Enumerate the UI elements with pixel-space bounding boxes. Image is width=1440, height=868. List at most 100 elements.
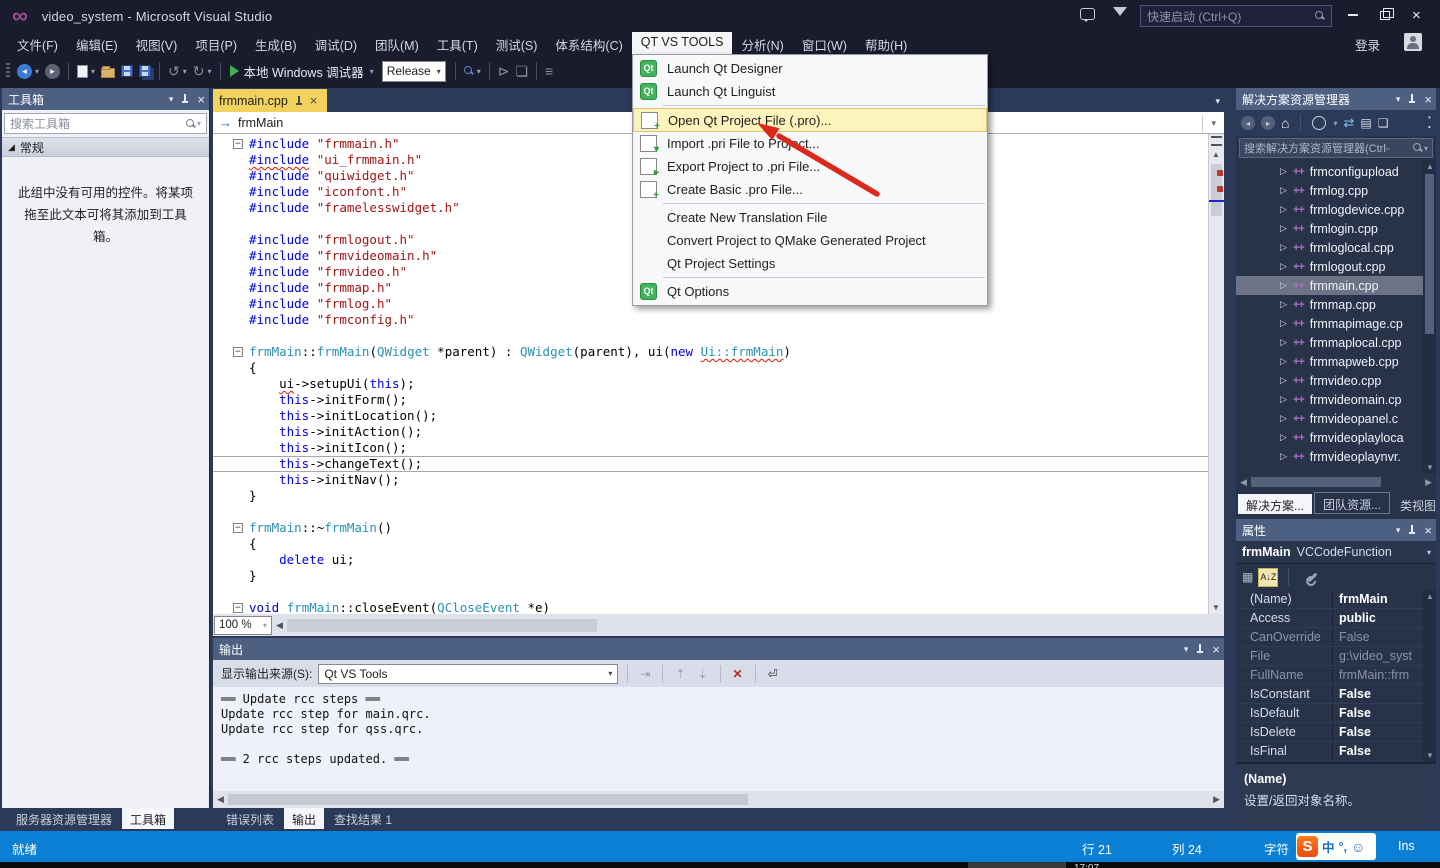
property-value[interactable]: False <box>1332 704 1436 722</box>
feedback-icon[interactable] <box>1080 8 1095 20</box>
quick-launch-input[interactable]: 快速启动 (Ctrl+Q) <box>1140 5 1332 27</box>
close-icon[interactable]: × <box>1212 643 1220 656</box>
collapse-all-icon[interactable]: ▤ <box>1360 116 1371 130</box>
properties-object-select[interactable]: frmMain VCCodeFunction ▾ <box>1236 541 1436 564</box>
code-line-22[interactable]: this->initNav(); <box>213 472 1208 488</box>
solution-horizontal-scrollbar[interactable]: ◀ ▶ <box>1236 474 1436 490</box>
word-wrap-icon[interactable]: ⏎ <box>765 667 781 681</box>
code-line-30[interactable]: void frmMain::closeEvent(QCloseEvent *e) <box>213 600 1208 614</box>
expand-arrow-icon[interactable]: ▷ <box>1280 280 1287 291</box>
ime-punctuation[interactable]: °, <box>1339 840 1347 854</box>
property-value[interactable]: public <box>1332 609 1436 627</box>
solution-search-input[interactable]: 搜索解决方案资源管理器(Ctrl- ▾ <box>1239 138 1433 158</box>
menu-item-convert-project-to-qmake-generated-project[interactable]: Convert Project to QMake Generated Proje… <box>633 229 987 252</box>
output-text[interactable]: ══ Update rcc steps ══Update rcc step fo… <box>213 687 1208 791</box>
close-icon[interactable]: × <box>1424 524 1432 537</box>
expand-arrow-icon[interactable]: ▷ <box>1280 299 1287 310</box>
menu-item-launch-qt-designer[interactable]: QtLaunch Qt Designer <box>633 57 987 80</box>
property-value[interactable]: False <box>1332 742 1436 760</box>
restore-button[interactable] <box>1380 11 1390 20</box>
scroll-up-icon[interactable]: ▲ <box>1426 162 1434 171</box>
notifications-filter-icon[interactable] <box>1113 7 1127 16</box>
expand-arrow-icon[interactable]: ▷ <box>1280 394 1287 405</box>
menu-help[interactable]: 帮助(H) <box>856 32 916 54</box>
pin-icon[interactable] <box>295 96 303 106</box>
tree-item-frmlogout-cpp[interactable]: ▷++frmlogout.cpp <box>1236 257 1436 276</box>
attach-button[interactable]: ⊳ <box>498 63 510 80</box>
start-debug-button[interactable]: 本地 Windows 调试器 ▾ <box>230 62 374 81</box>
tree-item-frmvideomain-cp[interactable]: ▷++frmvideomain.cp <box>1236 390 1436 409</box>
tree-item-frmloglocal-cpp[interactable]: ▷++frmloglocal.cpp <box>1236 238 1436 257</box>
home-icon[interactable]: ⌂ <box>1281 115 1289 131</box>
property-row-IsFinal[interactable]: IsFinalFalse <box>1236 742 1436 761</box>
tree-item-frmvideo-cpp[interactable]: ▷++frmvideo.cpp <box>1236 371 1436 390</box>
code-line-27[interactable]: delete ui; <box>213 552 1208 568</box>
copy-button[interactable]: ❏ <box>515 63 528 80</box>
outline-collapse-icon[interactable] <box>233 347 243 357</box>
window-position-icon[interactable]: ▾ <box>1396 525 1401 536</box>
outline-collapse-icon[interactable] <box>233 139 243 149</box>
navigate-back-button[interactable]: ◂▾ <box>17 64 39 79</box>
toolbox-titlebar[interactable]: 工具箱 ▾ × <box>2 88 209 110</box>
ime-mode[interactable]: 中 <box>1322 837 1335 856</box>
expand-arrow-icon[interactable]: ▷ <box>1280 413 1287 424</box>
pin-icon[interactable] <box>1408 525 1416 535</box>
menu-item-qt-project-settings[interactable]: Qt Project Settings <box>633 252 987 275</box>
dock-tab-输出[interactable]: 输出 <box>284 808 324 829</box>
minimize-button[interactable] <box>1348 14 1358 16</box>
solution-explorer-titlebar[interactable]: 解决方案资源管理器 ▾ × <box>1236 88 1436 110</box>
scroll-left-icon[interactable]: ◀ <box>217 794 224 805</box>
menu-tools[interactable]: 工具(T) <box>428 32 487 54</box>
tree-item-frmvideopanel-c[interactable]: ▷++frmvideopanel.c <box>1236 409 1436 428</box>
horizontal-scrollbar-thumb[interactable] <box>287 619 597 632</box>
chevron-down-icon[interactable]: ▾ <box>1202 115 1222 133</box>
close-icon[interactable]: × <box>1424 93 1432 106</box>
redo-button[interactable]: ↻▾ <box>193 63 212 80</box>
scroll-down-icon[interactable]: ▼ <box>1426 751 1434 760</box>
scroll-up-icon[interactable]: ▲ <box>1426 592 1434 601</box>
scroll-right-icon[interactable]: ▶ <box>1425 477 1432 488</box>
window-position-icon[interactable]: ▾ <box>1396 94 1401 105</box>
tab-frmmain-cpp[interactable]: frmmain.cpp × <box>213 89 327 112</box>
zoom-select[interactable]: 100 % ▾ <box>214 616 272 635</box>
code-line-28[interactable]: } <box>213 568 1208 584</box>
expand-arrow-icon[interactable]: ▷ <box>1280 337 1287 348</box>
prev-message-icon[interactable]: ⇡ <box>672 667 688 681</box>
taskbar-button[interactable] <box>968 862 1066 868</box>
code-line-12[interactable]: #include "frmconfig.h" <box>213 312 1208 328</box>
dock-tab-工具箱[interactable]: 工具箱 <box>122 808 174 829</box>
toolbox-section-general[interactable]: ◢ 常规 <box>2 137 209 157</box>
expand-arrow-icon[interactable]: ▷ <box>1280 242 1287 253</box>
expand-arrow-icon[interactable]: ▷ <box>1280 375 1287 386</box>
output-source-select[interactable]: Qt VS Tools ▾ <box>318 664 618 684</box>
toolbox-search-input[interactable]: 搜索工具箱 ▾ <box>4 113 207 134</box>
property-row-Access[interactable]: Accesspublic <box>1236 609 1436 628</box>
menu-architecture[interactable]: 体系结构(C) <box>546 32 631 54</box>
code-line-16[interactable]: ui->setupUi(this); <box>213 376 1208 392</box>
menu-window[interactable]: 窗口(W) <box>793 32 856 54</box>
goto-message-icon[interactable]: ⇥ <box>637 667 653 681</box>
tree-item-frmlogin-cpp[interactable]: ▷++frmlogin.cpp <box>1236 219 1436 238</box>
code-line-20[interactable]: this->initIcon(); <box>213 440 1208 456</box>
solution-search[interactable]: 搜索解决方案资源管理器(Ctrl- ▾ <box>1236 136 1436 160</box>
clear-all-icon[interactable]: ✕ <box>730 667 746 681</box>
preview-selected-icon[interactable]: ❏ <box>1378 116 1389 130</box>
scroll-right-icon[interactable]: ▶ <box>1213 794 1220 805</box>
solution-vertical-scrollbar[interactable]: ▲ ▼ <box>1423 160 1436 474</box>
scroll-down-icon[interactable]: ▼ <box>1212 603 1220 612</box>
property-value[interactable]: frmMain <box>1332 590 1436 608</box>
toolbar-grip[interactable] <box>6 63 10 79</box>
scrollbar-thumb[interactable] <box>228 794 748 805</box>
tree-item-frmmapweb-cpp[interactable]: ▷++frmmapweb.cpp <box>1236 352 1436 371</box>
menu-item-create-new-translation-file[interactable]: Create New Translation File <box>633 206 987 229</box>
menu-item-launch-qt-linguist[interactable]: QtLaunch Qt Linguist <box>633 80 987 103</box>
menu-debug[interactable]: 调试(D) <box>306 32 366 54</box>
menu-qt-vs-tools[interactable]: QT VS TOOLS <box>632 32 733 54</box>
property-value[interactable]: False <box>1332 628 1436 646</box>
dock-tab-错误列表[interactable]: 错误列表 <box>218 808 282 829</box>
code-line-17[interactable]: this->initForm(); <box>213 392 1208 408</box>
tree-item-frmmain-cpp[interactable]: ▷++frmmain.cpp <box>1236 276 1436 295</box>
code-line-19[interactable]: this->initAction(); <box>213 424 1208 440</box>
scrollbar-thumb[interactable] <box>1425 174 1434 334</box>
open-file-button[interactable] <box>101 65 115 78</box>
